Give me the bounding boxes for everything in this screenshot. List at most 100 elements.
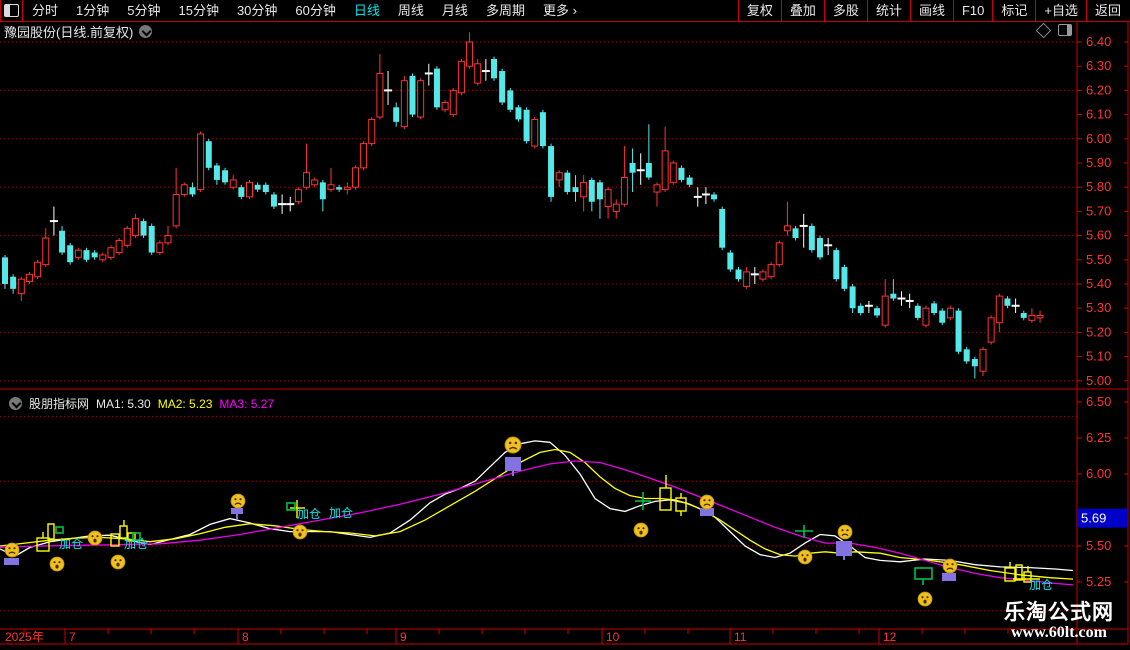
- candle: [238, 184, 245, 200]
- toolbar-right-item-8[interactable]: 返回: [1085, 0, 1129, 21]
- toolbar-right-item-5[interactable]: F10: [952, 0, 992, 21]
- toolbar-right-item-2[interactable]: 多股: [823, 0, 867, 21]
- candle: [229, 175, 237, 190]
- toolbar-item-4[interactable]: 30分钟: [228, 0, 286, 21]
- indicator-candle-green: [55, 526, 64, 534]
- panel-toggle-icon[interactable]: [1058, 24, 1072, 36]
- toolbar-item-8[interactable]: 月线: [433, 0, 477, 21]
- month-label: 10: [606, 630, 620, 644]
- candle: [474, 58, 482, 86]
- indicator-collapse-icon[interactable]: [9, 397, 22, 410]
- month-label: 11: [734, 630, 747, 644]
- ma3-value: MA3: 5.27: [219, 396, 275, 411]
- candle: [336, 184, 343, 193]
- toolbar-item-6[interactable]: 日线: [345, 0, 389, 21]
- toolbar-right-item-1[interactable]: 叠加: [780, 0, 824, 21]
- candle: [727, 250, 734, 272]
- trading-app-window: { "toolbar": { "left_items": ["分时","1分钟"…: [0, 0, 1130, 650]
- candle: [156, 240, 164, 255]
- candle: [890, 279, 897, 301]
- top-toolbar: 分时 1分钟 5分钟 15分钟 30分钟 60分钟 日线 周线 月线 多周期 更多 › 复权 叠加 多股…: [0, 0, 1129, 22]
- titlebar-icons: [1035, 22, 1072, 38]
- toolbar-item-10[interactable]: 更多 ›: [534, 0, 586, 21]
- period-menu: 分时 1分钟 5分钟 15分钟 30分钟 60分钟 日线 周线 月线 多周期 更多 ›: [23, 0, 586, 21]
- chart-canvas[interactable]: 加仓 加仓加仓 加仓加仓6.406.306.206.106.005.905.805.…: [0, 0, 1130, 650]
- price-label: 5.90: [1086, 155, 1111, 170]
- candle: [376, 54, 384, 120]
- candle: [466, 32, 474, 69]
- add-position-label: 加仓: [329, 506, 353, 520]
- layout-split-icon[interactable]: [0, 0, 23, 21]
- ma-line-MA2: [0, 448, 1074, 580]
- chevron-down-icon[interactable]: [139, 24, 153, 38]
- candle: [10, 274, 17, 294]
- candle: [286, 196, 295, 212]
- candle: [270, 192, 277, 209]
- candle: [711, 192, 718, 202]
- price-label: 5.50: [1086, 252, 1111, 267]
- candle: [743, 267, 751, 289]
- candle: [548, 143, 555, 202]
- indicator-price-axis: 6.50 6.25 6.00 5.50 5.25 5.69: [1077, 394, 1128, 589]
- candle: [481, 58, 490, 81]
- candle: [971, 356, 978, 379]
- sad-face-icon: [633, 522, 649, 538]
- toolbar-item-2[interactable]: 5分钟: [118, 0, 169, 21]
- current-value-text: 5.69: [1081, 511, 1106, 526]
- toolbar-item-0[interactable]: 分时: [23, 0, 67, 21]
- candle: [83, 247, 90, 263]
- candle: [678, 165, 685, 183]
- candle: [311, 177, 319, 188]
- candle: [572, 175, 579, 202]
- candle: [303, 143, 311, 190]
- candle: [67, 242, 74, 265]
- sad-face-icon: [917, 591, 933, 607]
- month-label: 9: [400, 630, 407, 644]
- date-axis: 2025年 7 8 9 10 11 12: [5, 629, 1052, 644]
- candle: [955, 308, 962, 355]
- toolbar-right-item-0[interactable]: 复权: [737, 0, 781, 21]
- toolbar-item-5[interactable]: 60分钟: [286, 0, 344, 21]
- candle: [42, 228, 50, 268]
- candle: [636, 153, 645, 185]
- candle: [531, 117, 539, 149]
- candle: [457, 58, 465, 96]
- price-label: 5.20: [1086, 324, 1111, 339]
- toolbar-item-1[interactable]: 1分钟: [67, 0, 118, 21]
- price-label: 5.30: [1086, 300, 1111, 315]
- candle: [604, 187, 612, 219]
- candle: [808, 223, 815, 253]
- sad-face-icon: [797, 549, 813, 565]
- candle: [987, 315, 995, 345]
- price-label: 5.10: [1086, 349, 1111, 364]
- toolbar-item-9[interactable]: 多周期: [477, 0, 534, 21]
- candle: [499, 68, 506, 105]
- candle: [939, 308, 946, 326]
- indicator-price-label: 6.25: [1086, 430, 1111, 445]
- candle: [351, 165, 359, 190]
- candle: [384, 71, 393, 105]
- candle: [246, 179, 253, 200]
- toolbar-right-item-7[interactable]: +自选: [1035, 0, 1086, 21]
- purple-square-marker: [836, 541, 852, 560]
- candlesticks: [2, 32, 1044, 379]
- candle: [343, 182, 351, 195]
- add-position-label: 加仓: [59, 537, 83, 551]
- candle: [783, 201, 791, 236]
- candle: [515, 104, 522, 122]
- candle: [897, 291, 906, 306]
- toolbar-right-item-6[interactable]: 标记: [992, 0, 1035, 21]
- candle: [262, 182, 269, 195]
- toolbar-item-3[interactable]: 15分钟: [169, 0, 227, 21]
- candle: [140, 218, 147, 239]
- candle: [775, 240, 783, 268]
- candle: [449, 87, 457, 118]
- candle: [368, 117, 376, 147]
- diamond-icon[interactable]: [1035, 22, 1052, 38]
- toolbar-item-7[interactable]: 周线: [389, 0, 433, 21]
- candle: [931, 300, 938, 316]
- candle: [99, 252, 107, 263]
- purple-square-marker: [4, 558, 19, 565]
- toolbar-right-item-4[interactable]: 画线: [909, 0, 953, 21]
- toolbar-right-item-3[interactable]: 统计: [866, 0, 910, 21]
